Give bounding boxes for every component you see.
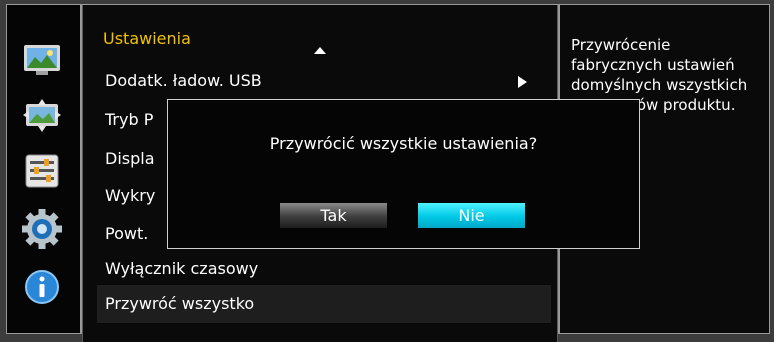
- reset-confirm-dialog: Przywrócić wszystkie ustawienia? Tak Nie: [167, 99, 640, 249]
- screen-adjust-icon[interactable]: [21, 96, 63, 136]
- menu-item-label: Tryb P: [105, 110, 154, 129]
- menu-item-label: Dodatk. ładow. USB: [105, 71, 262, 90]
- menu-item-label: Wykry: [105, 186, 156, 205]
- yes-button[interactable]: Tak: [280, 203, 387, 228]
- menu-item-label: Displa: [105, 149, 155, 168]
- sidebar: [7, 5, 80, 333]
- settings-gear-icon[interactable]: [21, 209, 63, 249]
- info-icon[interactable]: [21, 267, 63, 307]
- submenu-arrow-icon: [518, 76, 527, 88]
- description-line: domyślnych wszystkich: [571, 76, 748, 94]
- menu-title: Ustawienia: [103, 29, 191, 48]
- menu-item-usb-charging[interactable]: Dodatk. ładow. USB: [97, 62, 551, 100]
- menu-item-off-timer[interactable]: Wyłącznik czasowy: [97, 250, 551, 288]
- picture-icon[interactable]: [21, 41, 63, 81]
- scroll-up-arrow-icon[interactable]: [314, 47, 326, 54]
- no-button[interactable]: Nie: [418, 203, 525, 228]
- menu-item-label: Przywróć wszystko: [105, 294, 255, 313]
- sliders-icon[interactable]: [21, 151, 63, 191]
- menu-item-label: Wyłącznik czasowy: [105, 259, 259, 278]
- description-line: Przywrócenie: [571, 36, 671, 54]
- menu-item-label: Powt.: [105, 224, 149, 243]
- menu-item-reset-all[interactable]: Przywróć wszystko: [97, 285, 551, 323]
- description-line: fabrycznych ustawień: [571, 56, 735, 74]
- dialog-message: Przywrócić wszystkie ustawienia?: [269, 134, 538, 153]
